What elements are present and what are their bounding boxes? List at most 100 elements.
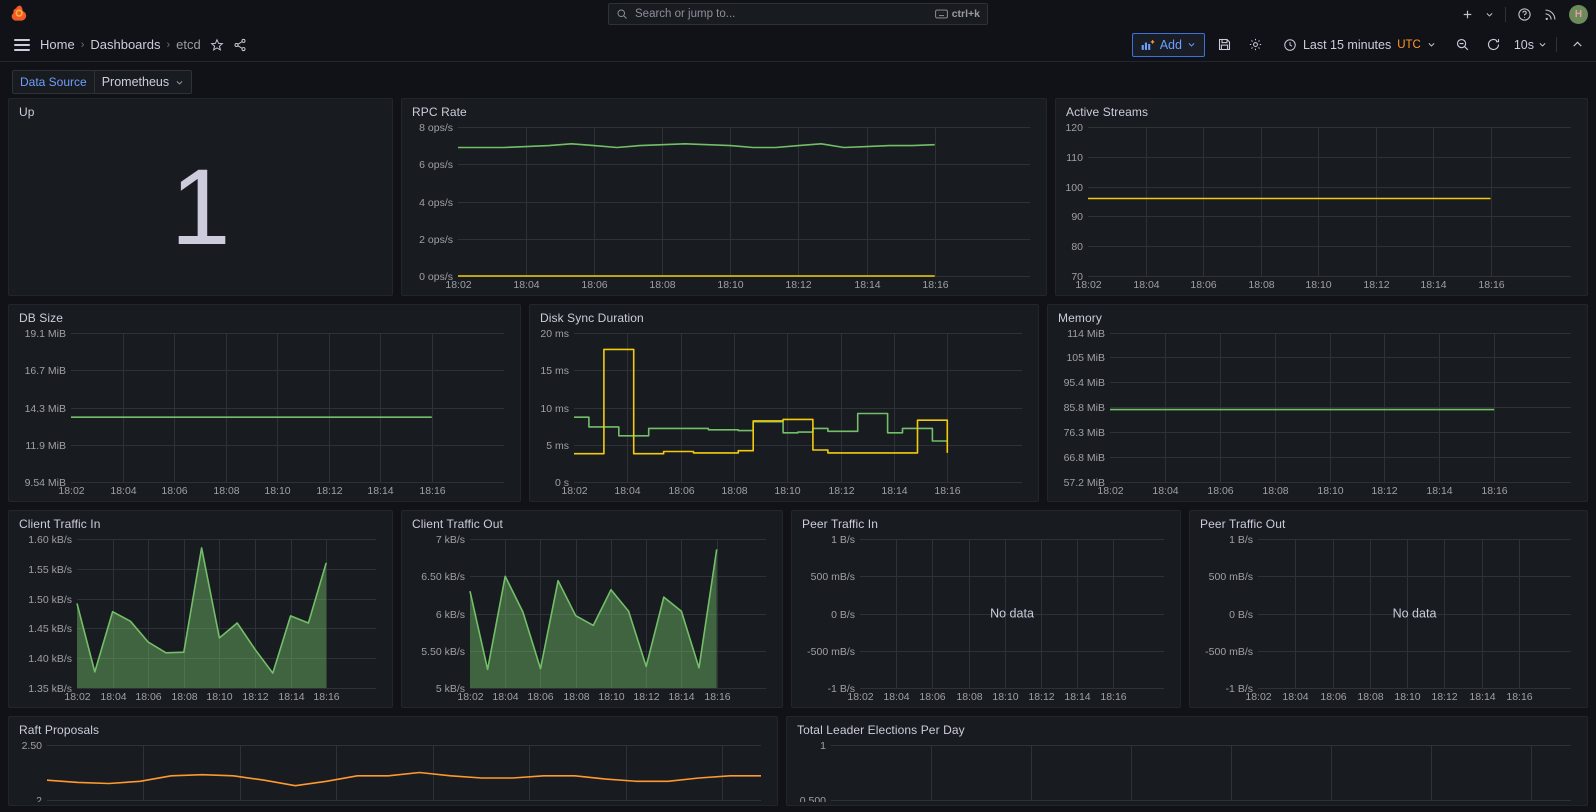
divider xyxy=(1505,6,1506,22)
plus-icon[interactable] xyxy=(1461,8,1474,21)
time-range-picker[interactable]: Last 15 minutes UTC xyxy=(1276,33,1443,57)
svg-text:-500 mB/s: -500 mB/s xyxy=(807,646,855,658)
breadcrumb-item-etcd[interactable]: etcd xyxy=(176,37,201,52)
svg-text:18:08: 18:08 xyxy=(213,485,239,497)
svg-text:18:06: 18:06 xyxy=(919,691,945,703)
chart-db-size[interactable]: 9.54 MiB11.9 MiB14.3 MiB16.7 MiB19.1 MiB… xyxy=(17,327,512,498)
panel-client-traffic-in: Client Traffic In 1.35 kB/s 1.40 kB/s 1.45… xyxy=(8,510,393,708)
panel-title[interactable]: DB Size xyxy=(17,310,512,327)
breadcrumb-item-home[interactable]: Home xyxy=(40,37,75,52)
svg-text:18:12: 18:12 xyxy=(316,485,342,497)
panel-title[interactable]: RPC Rate xyxy=(410,104,1038,121)
svg-text:18:02: 18:02 xyxy=(1075,279,1101,291)
chart-disk-sync[interactable]: 0 s5 ms10 ms15 ms20 ms18:02 18:04 18:06 18:… xyxy=(538,327,1030,498)
svg-text:18:16: 18:16 xyxy=(313,691,339,703)
breadcrumb-item-dashboards[interactable]: Dashboards xyxy=(90,37,160,52)
star-icon[interactable] xyxy=(210,38,224,52)
panel-title[interactable]: Total Leader Elections Per Day xyxy=(795,722,1579,739)
chart-client-traffic-in[interactable]: 1.35 kB/s1.40 kB/s1.45 kB/s1.50 kB/s1.55… xyxy=(17,533,384,704)
svg-text:6 ops/s: 6 ops/s xyxy=(419,159,453,171)
svg-text:18:10: 18:10 xyxy=(774,485,800,497)
svg-text:6.50 kB/s: 6.50 kB/s xyxy=(421,571,465,583)
panel-content: 0.500 1 xyxy=(795,739,1579,802)
gear-icon[interactable] xyxy=(1245,34,1267,56)
svg-text:18:06: 18:06 xyxy=(1320,691,1346,703)
svg-text:18:06: 18:06 xyxy=(1190,279,1216,291)
panel-title[interactable]: Peer Traffic Out xyxy=(1198,516,1579,533)
svg-text:2: 2 xyxy=(36,795,42,802)
top-bar-actions: H xyxy=(1461,0,1588,28)
divider xyxy=(1556,37,1557,52)
svg-text:18:12: 18:12 xyxy=(1371,485,1397,497)
svg-text:1 B/s: 1 B/s xyxy=(1229,534,1253,546)
panel-title[interactable]: Client Traffic Out xyxy=(410,516,774,533)
svg-text:18:10: 18:10 xyxy=(992,691,1018,703)
panel-content: 2 2.50 xyxy=(17,739,769,802)
chevron-up-icon[interactable] xyxy=(1566,34,1588,56)
search-input[interactable]: Search or jump to... ctrl+k xyxy=(608,3,988,25)
svg-text:95.4 MiB: 95.4 MiB xyxy=(1064,377,1105,389)
chart-rpc-rate[interactable]: 0 ops/s2 ops/s4 ops/s6 ops/s8 ops/s18:02… xyxy=(410,121,1038,292)
svg-text:18:10: 18:10 xyxy=(1394,691,1420,703)
panel-rpc-rate: RPC Rate 0 ops/s 2 ops/s 4 ops/s 6 ops/s 8 o… xyxy=(401,98,1047,296)
svg-text:18:04: 18:04 xyxy=(1282,691,1308,703)
svg-text:110: 110 xyxy=(1066,152,1083,164)
chart-peer-traffic-in[interactable]: -1 B/s-500 mB/s0 B/s500 mB/s1 B/s18:02 18… xyxy=(800,533,1172,704)
add-panel-button[interactable]: Add xyxy=(1131,32,1205,57)
svg-text:0 B/s: 0 B/s xyxy=(831,609,855,621)
breadcrumb-separator: › xyxy=(166,38,171,51)
panel-title[interactable]: Disk Sync Duration xyxy=(538,310,1030,327)
svg-text:18:10: 18:10 xyxy=(598,691,624,703)
save-icon[interactable] xyxy=(1214,34,1236,56)
svg-text:11.9 MiB: 11.9 MiB xyxy=(25,440,66,452)
clock-icon xyxy=(1283,38,1297,52)
chevron-down-icon xyxy=(175,78,184,87)
panel-title[interactable]: Client Traffic In xyxy=(17,516,384,533)
svg-text:18:10: 18:10 xyxy=(264,485,290,497)
chart-raft-proposals[interactable]: 22.50 xyxy=(17,739,769,802)
svg-text:500 mB/s: 500 mB/s xyxy=(811,571,855,583)
news-feed-icon[interactable] xyxy=(1543,7,1558,22)
share-icon[interactable] xyxy=(233,38,247,52)
panel-title[interactable]: Active Streams xyxy=(1064,104,1579,121)
svg-text:18:06: 18:06 xyxy=(1207,485,1233,497)
dashboard-row-3: Client Traffic In 1.35 kB/s 1.40 kB/s 1.45… xyxy=(8,510,1588,708)
svg-text:4 ops/s: 4 ops/s xyxy=(419,197,453,209)
svg-text:18:04: 18:04 xyxy=(100,691,126,703)
panel-leader-elections: Total Leader Elections Per Day 0.500 1 xyxy=(786,716,1588,806)
svg-text:8 ops/s: 8 ops/s xyxy=(419,122,453,134)
grafana-logo-icon[interactable] xyxy=(0,4,40,24)
hamburger-menu-icon[interactable] xyxy=(8,31,36,59)
zoom-out-icon[interactable] xyxy=(1452,34,1474,56)
svg-text:18:16: 18:16 xyxy=(922,279,948,291)
chart-client-traffic-out[interactable]: 5 kB/s5.50 kB/s6 kB/s6.50 kB/s7 kB/s18:0… xyxy=(410,533,774,704)
panel-title[interactable]: Peer Traffic In xyxy=(800,516,1172,533)
avatar[interactable]: H xyxy=(1569,4,1588,24)
refresh-interval-picker[interactable]: 10s xyxy=(1514,38,1547,52)
help-circle-icon[interactable] xyxy=(1517,7,1532,22)
svg-text:1.50 kB/s: 1.50 kB/s xyxy=(28,594,72,606)
svg-text:80: 80 xyxy=(1071,241,1083,253)
svg-text:18:08: 18:08 xyxy=(721,485,747,497)
top-bar: Search or jump to... ctrl+k H xyxy=(0,0,1596,28)
chart-active-streams[interactable]: 70809010011012018:02 18:04 18:06 18:08 18:10… xyxy=(1064,121,1579,292)
svg-text:18:14: 18:14 xyxy=(1469,691,1495,703)
svg-text:14.3 MiB: 14.3 MiB xyxy=(25,403,66,415)
svg-text:16.7 MiB: 16.7 MiB xyxy=(25,365,66,377)
panel-title[interactable]: Memory xyxy=(1056,310,1579,327)
breadcrumb: Home › Dashboards › etcd xyxy=(40,37,247,52)
panel-title[interactable]: Up xyxy=(17,104,384,121)
svg-text:18:14: 18:14 xyxy=(854,279,880,291)
chart-leader-elections[interactable]: 0.500 1 xyxy=(795,739,1579,802)
panel-title[interactable]: Raft Proposals xyxy=(17,722,769,739)
refresh-icon[interactable] xyxy=(1483,34,1505,56)
stat-value: 1 xyxy=(170,145,231,267)
chevron-down-icon[interactable] xyxy=(1485,10,1494,19)
chart-memory[interactable]: 57.2 MiB66.8 MiB76.3 MiB85.8 MiB95.4 MiB… xyxy=(1056,327,1579,498)
svg-text:18:10: 18:10 xyxy=(1317,485,1343,497)
svg-text:18:12: 18:12 xyxy=(1431,691,1457,703)
svg-text:No data: No data xyxy=(990,607,1034,621)
variable-select[interactable]: Prometheus xyxy=(93,70,193,94)
chart-peer-traffic-out[interactable]: -1 B/s-500 mB/s0 B/s500 mB/s1 B/s18:02 18… xyxy=(1198,533,1579,704)
svg-text:18:06: 18:06 xyxy=(527,691,553,703)
